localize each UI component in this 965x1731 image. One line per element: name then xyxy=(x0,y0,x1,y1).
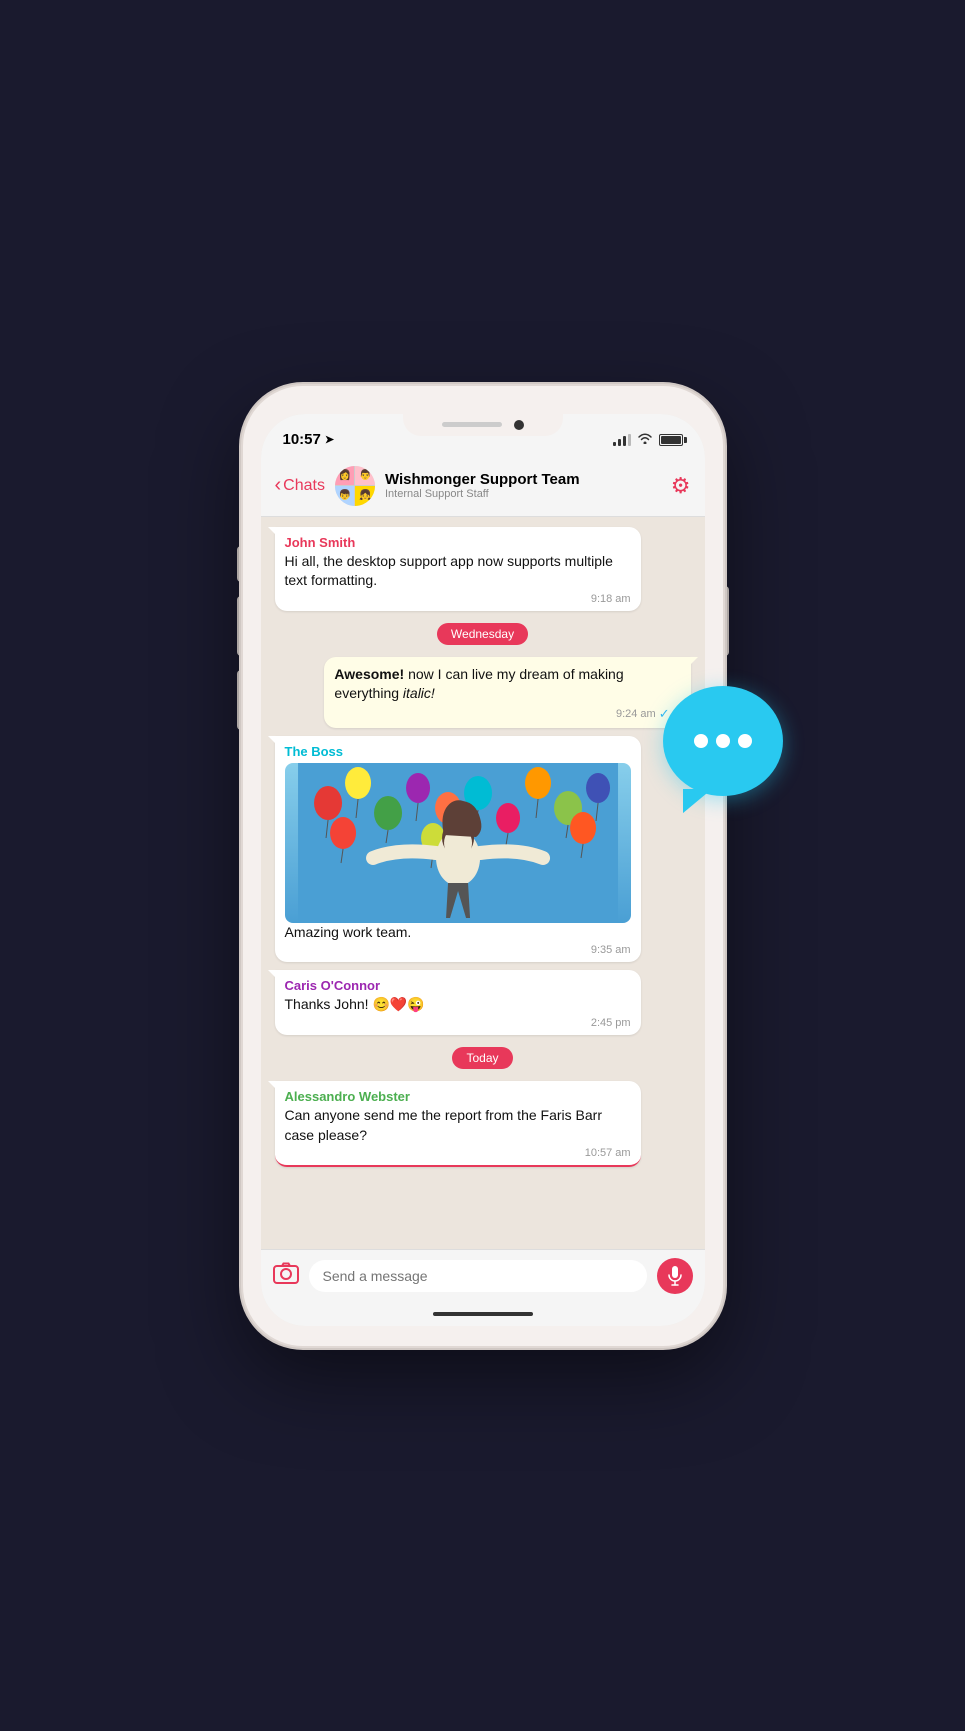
nav-bar: ‹ Chats 👩 👨 👦 👧 Wishmonger Support Team … xyxy=(261,458,705,517)
message-time: 9:24 am xyxy=(616,708,656,720)
status-icons xyxy=(613,432,683,447)
dot-1 xyxy=(694,734,708,748)
phone-screen: 10:57 ➤ xyxy=(261,414,705,1326)
notch xyxy=(403,414,563,436)
volume-down-button xyxy=(237,670,243,730)
sent-message: Awesome! now I can live my dream of maki… xyxy=(324,657,690,728)
mute-button xyxy=(237,546,243,582)
message-text: Thanks John! 😊❤️😜 xyxy=(285,995,631,1015)
italic-text: italic! xyxy=(403,685,435,701)
message-text: Awesome! now I can live my dream of maki… xyxy=(334,665,680,704)
typing-dots xyxy=(694,734,752,748)
list-item: John Smith Hi all, the desktop support a… xyxy=(275,527,641,611)
message-text: Amazing work team. xyxy=(285,923,631,943)
wifi-icon xyxy=(637,432,653,447)
microphone-button[interactable] xyxy=(657,1258,693,1294)
back-button[interactable]: ‹ Chats xyxy=(275,474,325,497)
message-time: 10:57 am xyxy=(285,1147,631,1159)
today-label: Today xyxy=(452,1047,512,1069)
battery-icon xyxy=(659,434,683,446)
volume-up-button xyxy=(237,596,243,656)
sender-name: John Smith xyxy=(285,535,631,550)
list-item: The Boss xyxy=(275,736,641,963)
back-arrow-icon: ‹ xyxy=(275,474,282,497)
chat-bubble-decoration xyxy=(663,686,783,796)
location-icon: ➤ xyxy=(325,433,334,446)
message-text: Can anyone send me the report from the F… xyxy=(285,1106,631,1145)
group-avatar: 👩 👨 👦 👧 xyxy=(335,466,375,506)
sender-name: The Boss xyxy=(285,744,631,759)
message-input[interactable] xyxy=(309,1260,647,1292)
list-item: Caris O'Connor Thanks John! 😊❤️😜 2:45 pm xyxy=(275,970,641,1035)
date-divider: Wednesday xyxy=(275,623,691,645)
sender-name: Caris O'Connor xyxy=(285,978,631,993)
bold-text: Awesome! xyxy=(334,666,404,682)
chat-area: John Smith Hi all, the desktop support a… xyxy=(261,517,705,1249)
list-item: Alessandro Webster Can anyone send me th… xyxy=(275,1081,641,1167)
back-label: Chats xyxy=(283,477,325,495)
wednesday-label: Wednesday xyxy=(437,623,528,645)
power-button xyxy=(723,586,729,656)
message-text: Hi all, the desktop support app now supp… xyxy=(285,552,631,591)
group-name: Wishmonger Support Team xyxy=(385,471,661,488)
signal-icon xyxy=(613,434,631,446)
shared-image xyxy=(285,763,631,923)
front-camera xyxy=(514,420,524,430)
message-time: 9:18 am xyxy=(285,593,631,605)
list-item: Awesome! now I can live my dream of maki… xyxy=(275,657,691,728)
notch-bar xyxy=(442,422,502,427)
camera-button[interactable] xyxy=(273,1262,299,1290)
phone-wrapper: 10:57 ➤ xyxy=(243,386,723,1346)
message-time: 9:35 am xyxy=(285,944,631,956)
home-bar xyxy=(433,1312,533,1316)
status-time: 10:57 ➤ xyxy=(283,431,335,448)
date-divider: Today xyxy=(275,1047,691,1069)
settings-icon[interactable]: ⚙ xyxy=(671,473,691,499)
group-subtitle: Internal Support Staff xyxy=(385,488,661,500)
dot-3 xyxy=(738,734,752,748)
nav-info: Wishmonger Support Team Internal Support… xyxy=(385,471,661,500)
home-indicator xyxy=(261,1302,705,1326)
time-display: 10:57 xyxy=(283,431,321,448)
sender-name: Alessandro Webster xyxy=(285,1089,631,1104)
message-time: 2:45 pm xyxy=(285,1017,631,1029)
bottom-bar xyxy=(261,1249,705,1302)
dot-2 xyxy=(716,734,730,748)
